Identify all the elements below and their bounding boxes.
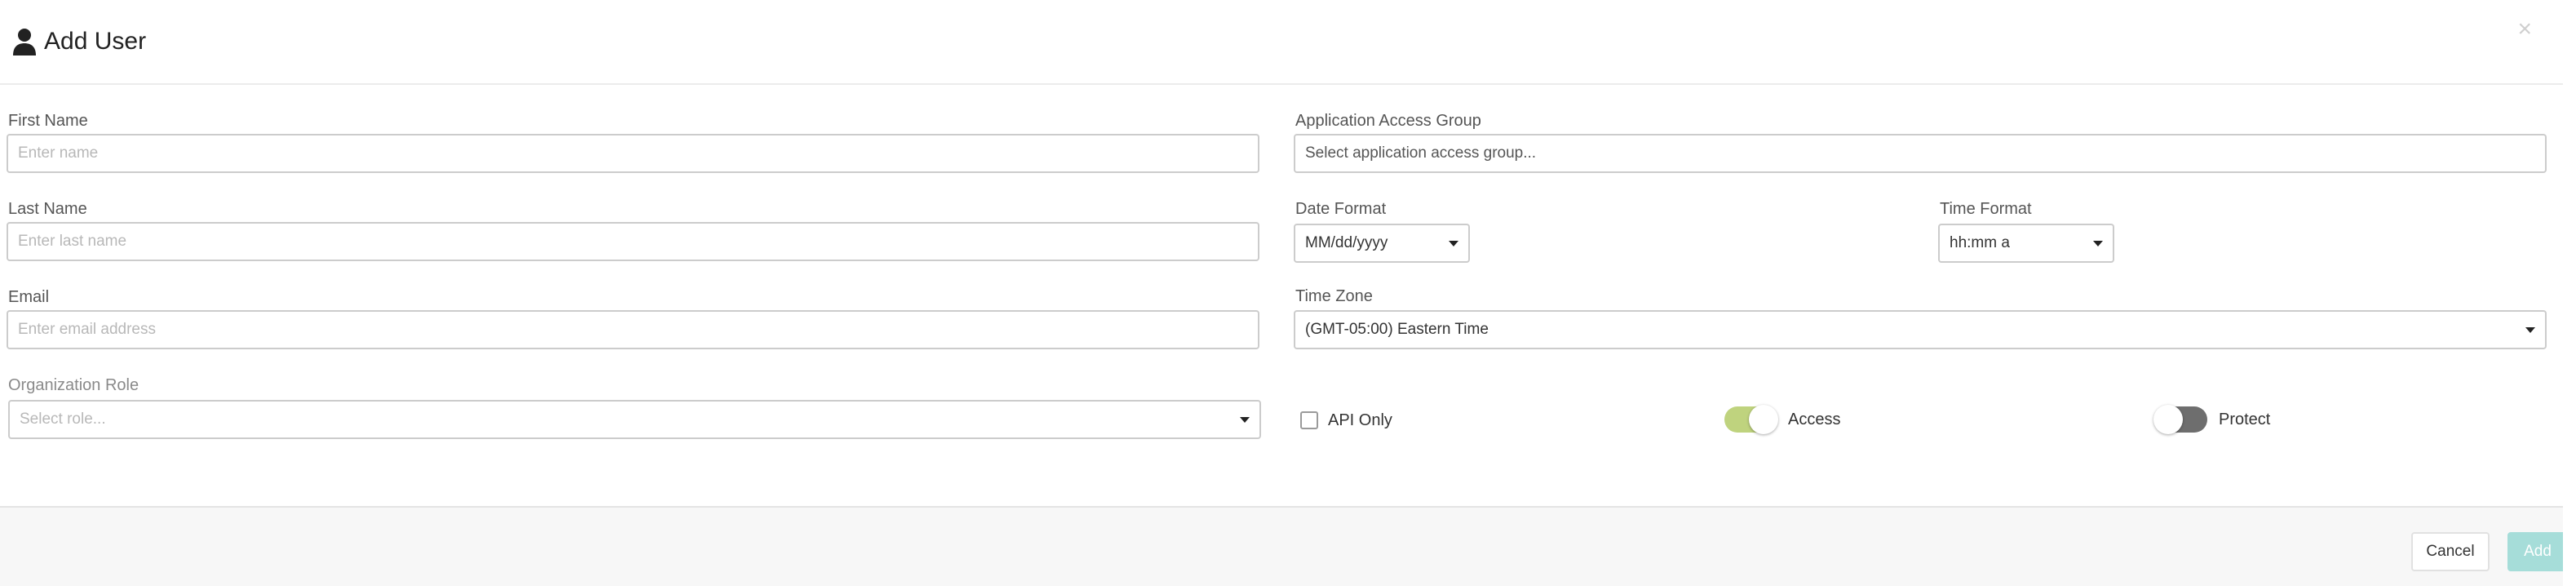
access-control[interactable]: Access [1724, 405, 1841, 434]
time-zone-label: Time Zone [1295, 287, 1373, 305]
access-toggle-knob [1749, 405, 1778, 434]
add-user-modal: Add User × First Name Last Name Email Or… [0, 0, 2576, 586]
chevron-down-icon [1449, 240, 1458, 246]
protect-control[interactable]: Protect [2153, 405, 2271, 434]
time-zone-select[interactable]: (GMT-05:00) Eastern Time [1294, 310, 2547, 349]
modal-header: Add User × [0, 0, 2563, 85]
application-access-group-select[interactable]: Select application access group... [1294, 134, 2547, 173]
scroll-gutter [2563, 0, 2576, 584]
date-format-select[interactable]: MM/dd/yyyy [1294, 224, 1470, 263]
api-only-label: API Only [1328, 411, 1392, 429]
modal-title: Add User [44, 28, 147, 55]
chevron-down-icon [2525, 326, 2535, 333]
cancel-button[interactable]: Cancel [2411, 532, 2490, 571]
chevron-down-icon [2093, 240, 2103, 246]
date-format-value: MM/dd/yyyy [1305, 234, 1388, 251]
application-access-group-value: Select application access group... [1305, 144, 1537, 162]
time-format-select[interactable]: hh:mm a [1938, 224, 2114, 263]
user-icon [13, 29, 36, 55]
modal-title-wrap: Add User [11, 26, 146, 57]
access-toggle[interactable] [1724, 405, 1778, 434]
protect-toggle-knob [2153, 405, 2183, 434]
organization-role-select[interactable]: Select role... [8, 400, 1261, 439]
time-format-label: Time Format [1940, 200, 2032, 218]
email-input[interactable] [7, 310, 1259, 349]
time-format-value: hh:mm a [1950, 234, 2010, 251]
close-icon[interactable]: × [2517, 13, 2532, 46]
api-only-control[interactable]: API Only [1300, 408, 1392, 433]
first-name-label: First Name [8, 112, 88, 130]
last-name-label: Last Name [8, 200, 87, 218]
modal-footer: Cancel Add [0, 506, 2568, 586]
email-label: Email [8, 288, 50, 306]
chevron-down-icon [1240, 416, 1250, 423]
organization-role-label: Organization Role [8, 376, 139, 394]
application-access-group-label: Application Access Group [1295, 112, 1481, 130]
organization-role-value: Select role... [20, 411, 106, 428]
protect-label: Protect [2219, 411, 2271, 428]
access-label: Access [1788, 411, 1841, 428]
api-only-checkbox[interactable] [1300, 411, 1318, 429]
protect-toggle[interactable] [2153, 405, 2207, 434]
add-button[interactable]: Add [2507, 532, 2568, 571]
first-name-input[interactable] [7, 134, 1259, 173]
last-name-input[interactable] [7, 222, 1259, 261]
time-zone-value: (GMT-05:00) Eastern Time [1305, 321, 1489, 338]
date-format-label: Date Format [1295, 200, 1387, 218]
